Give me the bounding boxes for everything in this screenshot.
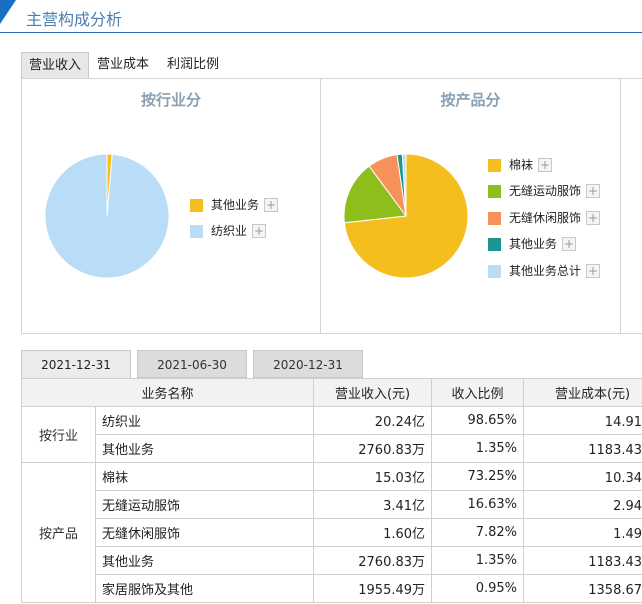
table-row: 其他业务 2760.83万 1.35% 1183.43万 [22,546,642,575]
product-chart-title: 按产品分 [440,91,501,109]
date-tab-2021-12-31[interactable]: 2021-12-31 [21,350,131,378]
expand-plus-icon[interactable]: + [586,184,600,198]
date-tab-2021-06-30[interactable]: 2021-06-30 [137,350,247,378]
legend-item-cotton-socks[interactable]: 棉袜 + [488,157,608,173]
business-name-cell: 其他业务 [94,434,315,463]
product-chart-panel: 按产品分 棉袜 + 无缝运动服饰 + 无缝休闲服饰 + 其他业务 + 其他业务总… [320,78,621,334]
legend-swatch [488,212,501,225]
revenue-cell: 20.24亿 [313,406,433,435]
section-header: 主营构成分析 [0,0,642,34]
expand-plus-icon[interactable]: + [586,264,600,278]
revenue-cell: 1.60亿 [313,518,433,547]
cost-cell: 1183.43万 [523,434,642,463]
expand-plus-icon[interactable]: + [252,224,266,238]
industry-pie-chart [44,153,170,279]
business-name-cell: 无缝休闲服饰 [94,518,315,547]
business-name-cell: 纺织业 [94,406,315,435]
ratio-cell: 16.63% [431,490,525,519]
legend-label: 无缝运动服饰 [509,184,582,198]
cost-cell: 1.49亿 [523,518,642,547]
header-divider [0,32,642,33]
tab-cost[interactable]: 营业成本 [89,52,157,78]
legend-item-textile[interactable]: 纺织业 + [190,223,290,239]
legend-label: 无缝休闲服饰 [509,211,582,225]
industry-chart-panel: 按行业分 其他业务 + 纺织业 + [21,78,321,334]
legend-swatch [488,265,501,278]
tab-profit-ratio[interactable]: 利润比例 [159,52,227,78]
legend-swatch [190,199,203,212]
legend-item-other-business[interactable]: 其他业务 + [488,236,608,252]
ratio-cell: 7.82% [431,518,525,547]
ratio-cell: 1.35% [431,434,525,463]
column-header-revenue: 营业收入(元) [313,378,433,407]
cost-cell: 10.34亿 [523,462,642,491]
business-composition-table: 业务名称 营业收入(元) 收入比例 营业成本(元) 按行业 纺织业 20.24亿… [20,378,642,603]
cost-cell: 1358.67万 [523,574,642,603]
date-tab-2020-12-31[interactable]: 2020-12-31 [253,350,363,378]
revenue-cell: 1955.49万 [313,574,433,603]
revenue-cell: 15.03亿 [313,462,433,491]
column-header-ratio: 收入比例 [431,378,525,407]
legend-swatch [488,238,501,251]
cost-cell: 14.91亿 [523,406,642,435]
legend-item-seamless-casual[interactable]: 无缝休闲服饰 + [488,210,608,226]
expand-plus-icon[interactable]: + [538,158,552,172]
expand-plus-icon[interactable]: + [264,198,278,212]
legend-swatch [190,225,203,238]
group-label-industry: 按行业 [21,406,96,463]
table-header-row: 业务名称 营业收入(元) 收入比例 营业成本(元) [20,378,642,407]
expand-plus-icon[interactable]: + [586,211,600,225]
next-chart-panel-edge [620,78,642,334]
tab-revenue[interactable]: 营业收入 [21,52,89,78]
table-row: 按产品 棉袜 15.03亿 73.25% 10.34亿 [21,462,642,603]
ratio-cell: 0.95% [431,574,525,603]
section-title: 主营构成分析 [26,10,123,29]
business-name-cell: 家居服饰及其他 [94,574,315,603]
legend-swatch [488,185,501,198]
table-row: 无缝运动服饰 3.41亿 16.63% 2.94亿 [22,490,642,519]
ratio-cell: 1.35% [431,546,525,575]
legend-label: 其他业务 [509,237,558,251]
legend-swatch [488,159,501,172]
table-row: 按行业 纺织业 20.24亿 98.65% 14.91亿 [21,406,642,463]
business-name-cell: 无缝运动服饰 [94,490,315,519]
table-row: 家居服饰及其他 1955.49万 0.95% 1358.67万 [22,574,642,603]
business-name-cell: 棉袜 [94,462,315,491]
header-corner-decoration [0,0,16,24]
legend-item-other-business[interactable]: 其他业务 + [190,197,290,213]
group-label-product: 按产品 [21,462,96,603]
ratio-cell: 73.25% [431,462,525,491]
table-row: 无缝休闲服饰 1.60亿 7.82% 1.49亿 [22,518,642,547]
revenue-cell: 2760.83万 [313,546,433,575]
legend-label: 棉袜 [509,158,534,172]
product-pie-chart [343,153,469,279]
pie-slice[interactable] [44,153,170,279]
legend-label: 其他业务总计 [509,264,582,278]
industry-chart-title: 按行业分 [140,91,201,109]
legend-label: 其他业务 [211,198,260,212]
cost-cell: 2.94亿 [523,490,642,519]
legend-label: 纺织业 [211,224,248,238]
table-row: 其他业务 2760.83万 1.35% 1183.43万 [22,434,642,463]
ratio-cell: 98.65% [431,406,525,435]
column-header-business-name: 业务名称 [20,378,315,407]
revenue-cell: 2760.83万 [313,434,433,463]
legend-item-seamless-sports[interactable]: 无缝运动服饰 + [488,183,608,199]
column-header-cost: 营业成本(元) [523,378,642,407]
cost-cell: 1183.43万 [523,546,642,575]
expand-plus-icon[interactable]: + [562,237,576,251]
revenue-cell: 3.41亿 [313,490,433,519]
business-name-cell: 其他业务 [94,546,315,575]
legend-item-other-total[interactable]: 其他业务总计 + [488,263,608,279]
